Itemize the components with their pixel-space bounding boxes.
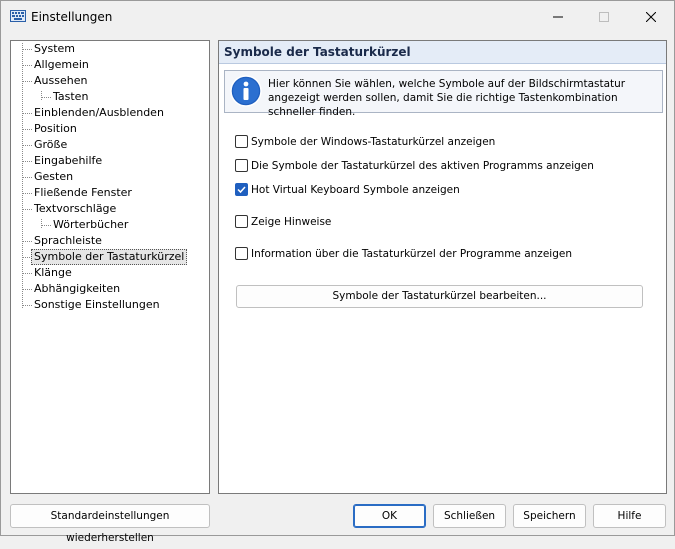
panel-title: Symbole der Tastaturkürzel — [224, 45, 411, 59]
close-window-button[interactable] — [628, 1, 674, 32]
close-icon — [646, 11, 656, 22]
tree-connector — [41, 91, 42, 100]
keyboard-icon — [10, 10, 26, 22]
minimize-button[interactable] — [535, 1, 581, 32]
edit-shortcut-symbols-button[interactable]: Symbole der Tastaturkürzel bearbeiten... — [236, 285, 643, 308]
ok-button[interactable]: OK — [353, 504, 426, 528]
tree-connector — [41, 219, 42, 228]
maximize-button[interactable] — [581, 1, 627, 32]
checkbox[interactable] — [235, 247, 248, 260]
settings-panel: Symbole der Tastaturkürzel Hier können S… — [218, 40, 667, 494]
minimize-icon — [553, 16, 563, 17]
checkbox[interactable] — [235, 135, 248, 148]
checkbox[interactable] — [235, 215, 248, 228]
save-button[interactable]: Speichern — [513, 504, 586, 528]
info-box: Hier können Sie wählen, welche Symbole a… — [224, 70, 663, 118]
info-text: Hier können Sie wählen, welche Symbole a… — [268, 78, 626, 118]
close-button[interactable]: Schließen — [433, 504, 506, 528]
restore-defaults-button[interactable]: Standardeinstellungen wiederherstellen — [10, 504, 210, 544]
checkbox[interactable] — [235, 159, 248, 172]
info-icon — [230, 75, 262, 107]
checkmark-icon — [237, 186, 246, 194]
panel-header: Symbole der Tastaturkürzel — [219, 41, 666, 64]
help-button[interactable]: Hilfe — [593, 504, 666, 528]
maximize-icon — [599, 11, 609, 22]
checkbox-checked[interactable] — [235, 183, 248, 196]
window-title: Einstellungen — [31, 10, 113, 24]
tree-connector — [22, 43, 23, 308]
settings-window: Einstellungen System Allgemein Aussehen — [0, 0, 675, 544]
title-bar: Einstellungen — [1, 1, 674, 32]
settings-tree: System Allgemein Aussehen Tasten Einblen… — [10, 40, 210, 494]
